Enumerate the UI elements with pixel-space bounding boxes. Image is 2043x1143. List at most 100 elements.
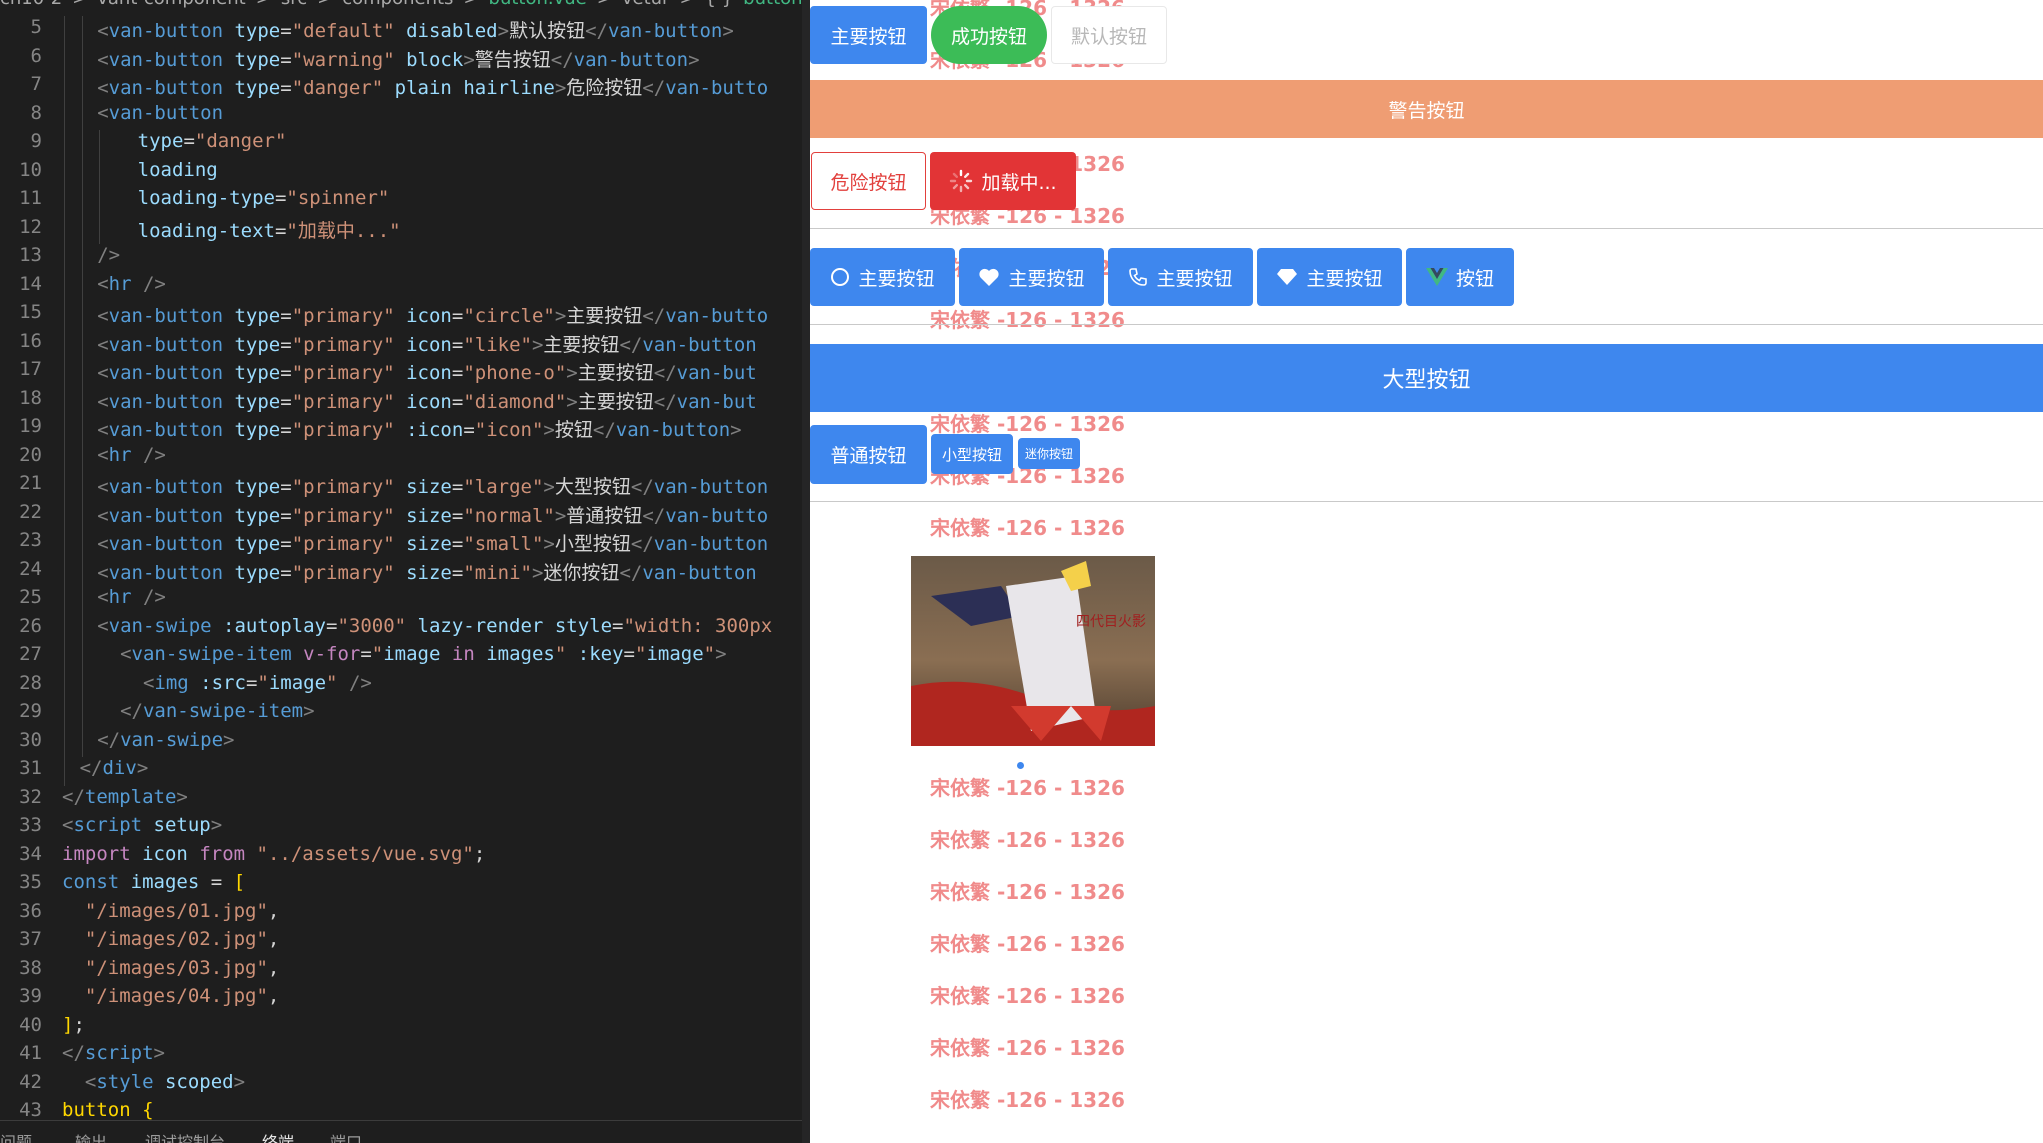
code-line[interactable]: 29 </van-swipe-item> bbox=[0, 700, 802, 729]
line-number: 16 bbox=[19, 329, 42, 352]
watermark-text: 宋依繁 -126 - 1326 bbox=[930, 880, 1125, 904]
panel-tab[interactable]: 调试控制台 bbox=[145, 1129, 225, 1143]
code-line[interactable]: 27 <van-swipe-item v-for="image in image… bbox=[0, 643, 802, 672]
breadcrumb-item[interactable]: src bbox=[281, 0, 307, 9]
watermark-text: 宋依繁 -126 - 1326 bbox=[930, 1036, 1125, 1060]
code-text: <van-button type="primary" icon="circle"… bbox=[97, 305, 769, 327]
code-line[interactable]: 20 <hr /> bbox=[0, 443, 802, 472]
code-line[interactable]: 10 loading bbox=[0, 158, 802, 187]
code-text: <van-button type="primary" icon="diamond… bbox=[97, 390, 757, 413]
divider-line bbox=[810, 228, 2043, 229]
phone-icon-button[interactable]: 主要按钮 bbox=[1108, 248, 1253, 306]
code-line[interactable]: 16 <van-button type="primary" icon="like"… bbox=[0, 329, 802, 358]
carousel-image: 四代目火影 bbox=[911, 556, 1155, 746]
code-line[interactable]: 7 <van-button type="danger" plain hairlin… bbox=[0, 73, 802, 102]
large-button[interactable]: 大型按钮 bbox=[810, 344, 2043, 412]
code-line[interactable]: 22 <van-button type="primary" size="norma… bbox=[0, 500, 802, 529]
code-line[interactable]: 13 /> bbox=[0, 244, 802, 273]
heart-icon bbox=[979, 268, 1000, 286]
breadcrumb-item[interactable]: components bbox=[342, 0, 453, 9]
code-line[interactable]: 39 "/images/04.jpg", bbox=[0, 985, 802, 1014]
vue-logo-icon bbox=[1425, 268, 1448, 286]
code-line[interactable]: 19 <van-button type="primary" :icon="icon… bbox=[0, 415, 802, 444]
primary-button[interactable]: 主要按钮 bbox=[810, 6, 927, 64]
breadcrumb-item[interactable]: { } bbox=[705, 0, 734, 9]
panel-tab[interactable]: 终端 bbox=[262, 1129, 294, 1143]
watermark-text: 宋依繁 -126 - 1326 bbox=[930, 828, 1125, 852]
editor-divider[interactable] bbox=[802, 0, 810, 1143]
code-line[interactable]: 15 <van-button type="primary" icon="circl… bbox=[0, 301, 802, 330]
like-icon-button[interactable]: 主要按钮 bbox=[959, 248, 1104, 306]
code-line[interactable]: 23 <van-button type="primary" size="small… bbox=[0, 529, 802, 558]
code-line[interactable]: 32 </template> bbox=[0, 786, 802, 815]
code-line[interactable]: 26 <van-swipe :autoplay="3000" lazy-rende… bbox=[0, 614, 802, 643]
line-number: 41 bbox=[19, 1042, 42, 1064]
circle-icon-button[interactable]: 主要按钮 bbox=[810, 248, 955, 306]
breadcrumb-item[interactable]: cn10-2 bbox=[0, 0, 62, 9]
code-line[interactable]: 31 </div> bbox=[0, 757, 802, 786]
line-number: 34 bbox=[19, 842, 42, 865]
line-number: 23 bbox=[19, 529, 42, 551]
code-line[interactable]: 37 "/images/02.jpg", bbox=[0, 928, 802, 957]
code-line[interactable]: 38 "/images/03.jpg", bbox=[0, 957, 802, 986]
code-line[interactable]: 30 </van-swipe> bbox=[0, 728, 802, 757]
code-text: <van-swipe :autoplay="3000" lazy-render … bbox=[97, 614, 773, 637]
line-number: 24 bbox=[19, 557, 42, 580]
watermark-text: 宋依繁 -126 - 1326 bbox=[930, 776, 1125, 800]
breadcrumb-item[interactable]: vetur bbox=[622, 0, 670, 9]
code-line[interactable]: 40]; bbox=[0, 1014, 802, 1043]
swipe-carousel[interactable]: 四代目火影 bbox=[911, 556, 1155, 746]
breadcrumb-item[interactable]: button.vue bbox=[743, 0, 802, 9]
code-line[interactable]: 8 <van-button bbox=[0, 101, 802, 130]
code-line[interactable]: 6 <van-button type="warning" block>警告按钮</… bbox=[0, 44, 802, 73]
code-line[interactable]: 12 loading-text="加载中..." bbox=[0, 215, 802, 244]
code-line[interactable]: 18 <van-button type="primary" icon="diamo… bbox=[0, 386, 802, 415]
line-number: 33 bbox=[19, 814, 42, 836]
line-number: 6 bbox=[30, 44, 42, 67]
panel-tab[interactable]: 输出 bbox=[75, 1129, 107, 1143]
panel-tab[interactable]: 问题 bbox=[0, 1129, 32, 1143]
code-text: <hr /> bbox=[97, 272, 166, 295]
diamond-icon-button[interactable]: 主要按钮 bbox=[1257, 248, 1402, 306]
line-number: 42 bbox=[19, 1070, 42, 1093]
code-line[interactable]: 24 <van-button type="primary" size="mini"… bbox=[0, 557, 802, 586]
mini-button[interactable]: 迷你按钮 bbox=[1018, 438, 1080, 469]
code-text: type="danger" bbox=[114, 130, 287, 152]
breadcrumb-item[interactable]: vant-component bbox=[97, 0, 245, 9]
code-line[interactable]: 14 <hr /> bbox=[0, 272, 802, 301]
code-line[interactable]: 17 <van-button type="primary" icon="phone… bbox=[0, 358, 802, 387]
spinner-icon bbox=[950, 169, 973, 193]
code-line[interactable]: 21 <van-button type="primary" size="large… bbox=[0, 472, 802, 501]
code-line[interactable]: 41 </script> bbox=[0, 1042, 802, 1071]
code-text: <hr /> bbox=[97, 586, 166, 608]
swipe-indicator-dot[interactable] bbox=[1017, 762, 1024, 769]
code-line[interactable]: 28 <img :src="image" /> bbox=[0, 671, 802, 700]
code-line[interactable]: 25 <hr /> bbox=[0, 586, 802, 615]
code-editor[interactable]: cn10-2 > vant-component > src > components > but… bbox=[0, 0, 802, 1143]
small-button[interactable]: 小型按钮 bbox=[931, 434, 1013, 474]
custom-icon-button[interactable]: 按钮 bbox=[1406, 248, 1514, 306]
line-number: 17 bbox=[19, 358, 42, 380]
code-line[interactable]: 9 type="danger" bbox=[0, 130, 802, 159]
line-number: 30 bbox=[19, 728, 42, 751]
code-line[interactable]: 36 "/images/01.jpg", bbox=[0, 900, 802, 929]
danger-plain-button[interactable]: 危险按钮 bbox=[811, 152, 926, 210]
code-text: const images = [ bbox=[62, 871, 246, 893]
breadcrumb-item[interactable]: button.vue bbox=[489, 0, 587, 9]
normal-button[interactable]: 普通按钮 bbox=[810, 425, 927, 484]
breadcrumb: cn10-2 > vant-component > src > components > but… bbox=[0, 0, 802, 12]
code-line[interactable]: 35 const images = [ bbox=[0, 871, 802, 900]
success-button[interactable]: 成功按钮 bbox=[931, 6, 1047, 64]
code-line[interactable]: 5 <van-button type="default" disabled>默认按… bbox=[0, 16, 802, 45]
code-line[interactable]: 34 import icon from "../assets/vue.svg"; bbox=[0, 843, 802, 872]
warning-block-button[interactable]: 警告按钮 bbox=[810, 80, 2043, 138]
code-line[interactable]: 11 loading-type="spinner" bbox=[0, 187, 802, 216]
code-text: import icon from "../assets/vue.svg"; bbox=[62, 842, 486, 865]
panel-tab[interactable]: 端口 bbox=[330, 1129, 362, 1143]
code-text: <van-button type="primary" size="normal"… bbox=[97, 504, 769, 527]
loading-button[interactable]: 加载中... bbox=[930, 152, 1076, 210]
code-lines[interactable]: 5 <van-button type="default" disabled>默认按… bbox=[0, 16, 802, 1128]
code-line[interactable]: 33 <script setup> bbox=[0, 814, 802, 843]
code-line[interactable]: 42 <style scoped> bbox=[0, 1071, 802, 1100]
line-number: 36 bbox=[19, 899, 42, 922]
